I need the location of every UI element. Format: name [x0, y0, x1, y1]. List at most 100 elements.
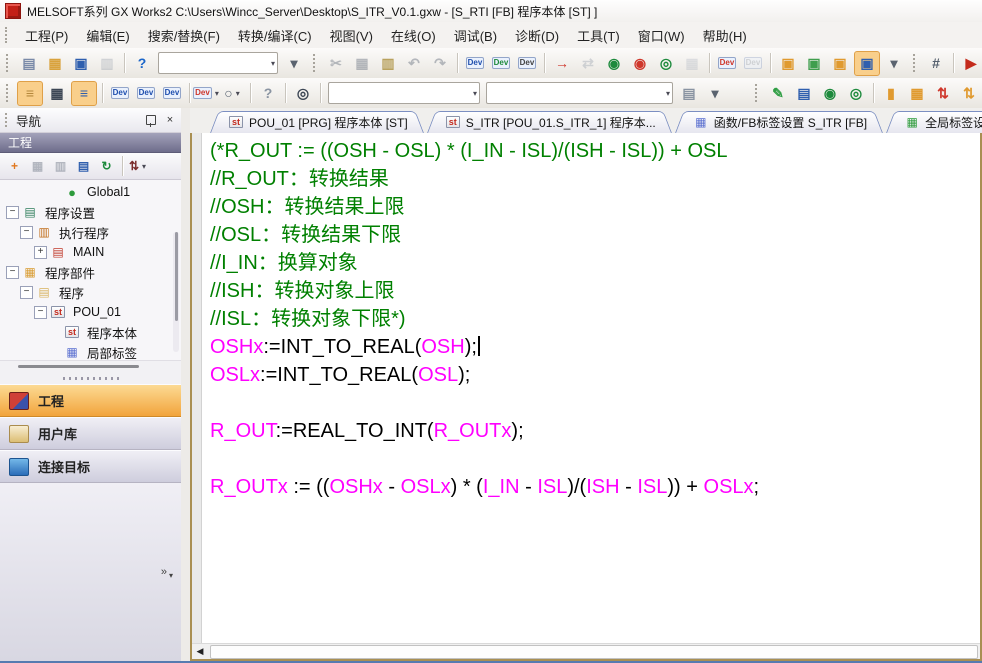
sort-filter-icon[interactable]: ⇅▾	[128, 156, 149, 176]
tree-item-main[interactable]: +MAIN	[0, 242, 181, 262]
convert-all-icon[interactable]: ⇄	[576, 52, 600, 75]
menu-edit[interactable]: 编辑(E)	[77, 22, 138, 49]
intelligent-module-icon[interactable]: ▮	[879, 82, 903, 105]
tab-fb-label-settings[interactable]: 函数/FB标签设置 S_ITR [FB]	[675, 111, 883, 133]
print-icon[interactable]: ▥	[95, 52, 119, 75]
toolbar-grip[interactable]	[755, 84, 759, 102]
convert-icon[interactable]: →	[550, 52, 574, 75]
program-verify-icon[interactable]: ◎	[654, 52, 678, 75]
refresh-view-icon[interactable]: ↻	[96, 156, 117, 176]
document-edit-icon[interactable]: ▤	[792, 82, 816, 105]
menu-diagnostics[interactable]: 诊断(D)	[506, 22, 568, 49]
page-find-icon[interactable]: ▤	[677, 82, 701, 105]
toolbar-grip[interactable]	[6, 54, 10, 72]
scrollbar-thumb[interactable]	[210, 645, 978, 659]
tree-expander-icon[interactable]: +	[34, 246, 47, 259]
tree-item-program-settings[interactable]: −程序设置	[0, 202, 181, 222]
pin-icon[interactable]	[143, 113, 159, 128]
menu-tools[interactable]: 工具(T)	[568, 22, 629, 49]
module-tool-icon[interactable]: ▦	[905, 82, 929, 105]
program-check-red-icon[interactable]: ◉	[628, 52, 652, 75]
find-history-combo[interactable]: ▾	[328, 82, 480, 104]
tree-expander-icon[interactable]: −	[34, 306, 47, 319]
tree-expander-icon[interactable]: −	[6, 266, 19, 279]
toolbar-grip[interactable]	[313, 54, 317, 72]
help-icon[interactable]: ?	[130, 52, 154, 75]
new-data-icon[interactable]: +	[4, 156, 25, 176]
module-configuration-icon[interactable]: ▦	[45, 82, 69, 105]
tab-pou01-program[interactable]: POU_01 [PRG] 程序本体 [ST]	[210, 111, 424, 133]
menu-find-replace[interactable]: 搜索/替换(F)	[139, 22, 229, 49]
toolbar-options-icon[interactable]: ▾	[282, 52, 306, 75]
project-tree[interactable]: Global1−程序设置−执行程序+MAIN−程序部件−程序−POU_01程序本…	[0, 180, 181, 360]
tree-expander-icon[interactable]: −	[20, 286, 33, 299]
tree-item-execution-program[interactable]: −执行程序	[0, 222, 181, 242]
find-binoculars-icon[interactable]: ◎	[291, 82, 315, 105]
device-comment-display-icon[interactable]: Dev	[108, 82, 132, 105]
remote-operation-icon[interactable]: #	[924, 52, 948, 75]
device-comment-icon[interactable]: Dev	[715, 52, 739, 75]
tree-item-pou01-local-label[interactable]: 局部标签	[0, 342, 181, 360]
new-project-icon[interactable]: ▤	[17, 52, 41, 75]
editor-horizontal-scrollbar[interactable]: ◀	[192, 643, 980, 659]
toolbar-grip[interactable]	[913, 54, 917, 72]
build-disabled-icon[interactable]: ▦	[680, 52, 704, 75]
menu-debug[interactable]: 调试(B)	[445, 22, 506, 49]
menu-project[interactable]: 工程(P)	[16, 22, 77, 49]
menu-convert-compile[interactable]: 转换/编译(C)	[229, 22, 321, 49]
menu-window[interactable]: 窗口(W)	[629, 22, 694, 49]
redo-icon[interactable]: ↷	[428, 52, 452, 75]
navigation-grip[interactable]	[5, 113, 10, 127]
window-cascade-icon[interactable]: ▣	[776, 52, 800, 75]
close-icon[interactable]: ×	[162, 113, 178, 128]
source-verify-icon[interactable]: ◎	[844, 82, 868, 105]
edit-mode-icon[interactable]: ✎	[766, 82, 790, 105]
window-arrange-icon[interactable]: ▣	[828, 52, 852, 75]
device-cross-ref-icon[interactable]: Dev	[489, 52, 513, 75]
chevron-down-icon[interactable]: ▾	[169, 572, 173, 580]
chevron-expand-icon[interactable]: »	[161, 567, 167, 578]
toolbar-options3-icon[interactable]: ▾	[703, 82, 727, 105]
paste-data-icon[interactable]: ▥	[50, 156, 71, 176]
menu-online[interactable]: 在线(O)	[382, 22, 445, 49]
menubar-grip[interactable]	[5, 27, 10, 43]
device-batch-icon[interactable]: Dev	[515, 52, 539, 75]
window-tile-icon[interactable]: ▣	[802, 52, 826, 75]
open-project-icon[interactable]: ▦	[43, 52, 67, 75]
code-viewport[interactable]: (*R_OUT := ((OSH - OSL) * (I_IN - ISL)/(…	[192, 133, 980, 643]
tree-item-program-parts[interactable]: −程序部件	[0, 262, 181, 282]
nav-button-project[interactable]: 工程	[0, 384, 181, 417]
undo-icon[interactable]: ↶	[402, 52, 426, 75]
toolbar-grip[interactable]	[6, 84, 10, 102]
save-project-icon[interactable]: ▣	[69, 52, 93, 75]
tree-item-pou01-body[interactable]: 程序本体	[0, 322, 181, 342]
nav-button-connection-destination[interactable]: 连接目标	[0, 450, 181, 483]
monitor-mode-icon[interactable]: ▣	[854, 51, 880, 76]
context-help-icon[interactable]: ?	[256, 82, 280, 105]
data-property-icon[interactable]: ▤	[73, 156, 94, 176]
tab-global-label-settings[interactable]: 全局标签设置 Global1	[886, 111, 982, 133]
nav-button-user-library[interactable]: 用户库	[0, 417, 181, 450]
device-display-mode-icon[interactable]: Dev▾	[195, 82, 219, 105]
program-check-icon[interactable]: ◉	[602, 52, 626, 75]
tree-expander-icon[interactable]: −	[6, 206, 19, 219]
sidebar-editor-splitter[interactable]	[181, 108, 190, 661]
copy-data-icon[interactable]: ▦	[27, 156, 48, 176]
device-tree-display-icon[interactable]: Dev	[160, 82, 184, 105]
find-target-combo[interactable]: ▾	[486, 82, 673, 104]
copy-icon[interactable]: ▦	[350, 52, 374, 75]
read-from-plc-icon[interactable]: ⇅	[957, 82, 981, 105]
navigation-window-icon[interactable]: ≡	[17, 81, 43, 106]
cut-icon[interactable]: ✂	[324, 52, 348, 75]
sidebar-splitter-grip[interactable]	[0, 372, 181, 384]
tree-vertical-scrollbar[interactable]	[173, 232, 179, 352]
menu-help[interactable]: 帮助(H)	[694, 22, 756, 49]
device-label-display-icon[interactable]: Dev	[134, 82, 158, 105]
monitor-start-icon[interactable]: ▶	[959, 52, 982, 75]
paste-icon[interactable]: ▥	[376, 52, 400, 75]
quick-access-combo[interactable]: ▾	[158, 52, 278, 74]
work-window-icon[interactable]: ≡	[71, 81, 97, 106]
tree-item-pou01[interactable]: −POU_01	[0, 302, 181, 322]
tab-sitr-program[interactable]: S_ITR [POU_01.S_ITR_1] 程序本...	[427, 111, 672, 133]
scroll-left-arrow-icon[interactable]: ◀	[192, 645, 208, 659]
